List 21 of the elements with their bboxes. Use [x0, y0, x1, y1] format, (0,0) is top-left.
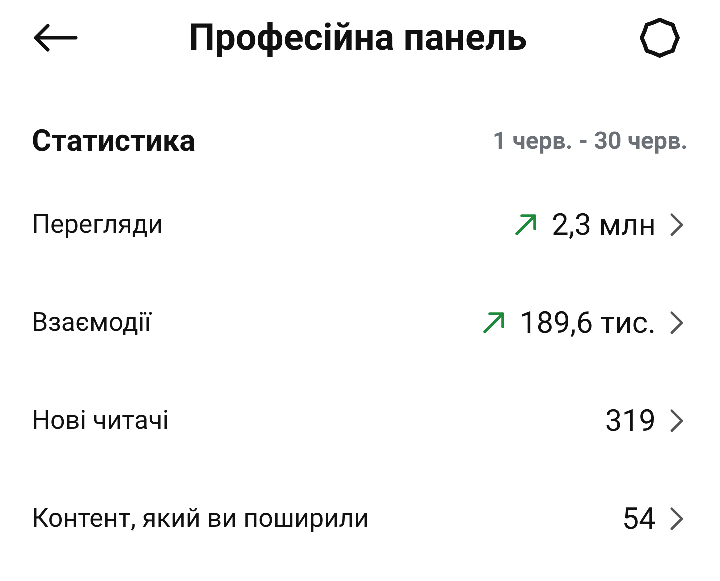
stat-row[interactable]: Нові читачі 319 [0, 372, 720, 470]
stat-value: 189,6 тис. [520, 304, 656, 342]
chevron-right-icon [670, 507, 684, 531]
stat-value: 319 [605, 402, 656, 440]
page-title: Професійна панель [188, 20, 528, 56]
stat-value: 54 [622, 500, 656, 538]
stat-row[interactable]: Контент, який ви поширили 54 [0, 470, 720, 568]
stat-label: Нові читачі [32, 404, 170, 438]
chevron-right-icon [670, 311, 684, 335]
stat-label: Контент, який ви поширили [32, 502, 370, 536]
chevron-right-icon [670, 409, 684, 433]
section-title: Статистика [32, 122, 196, 160]
stat-row[interactable]: Перегляди 2,3 млн [0, 176, 720, 274]
chevron-right-icon [670, 213, 684, 237]
date-range: 1 черв. - 30 черв. [492, 126, 688, 157]
settings-icon [638, 16, 682, 60]
back-arrow-icon [32, 23, 78, 53]
stat-label: Перегляди [32, 208, 164, 242]
stat-label: Взаємодії [32, 306, 152, 340]
stat-value: 2,3 млн [552, 206, 656, 244]
stat-row[interactable]: Взаємодії 189,6 тис. [0, 274, 720, 372]
